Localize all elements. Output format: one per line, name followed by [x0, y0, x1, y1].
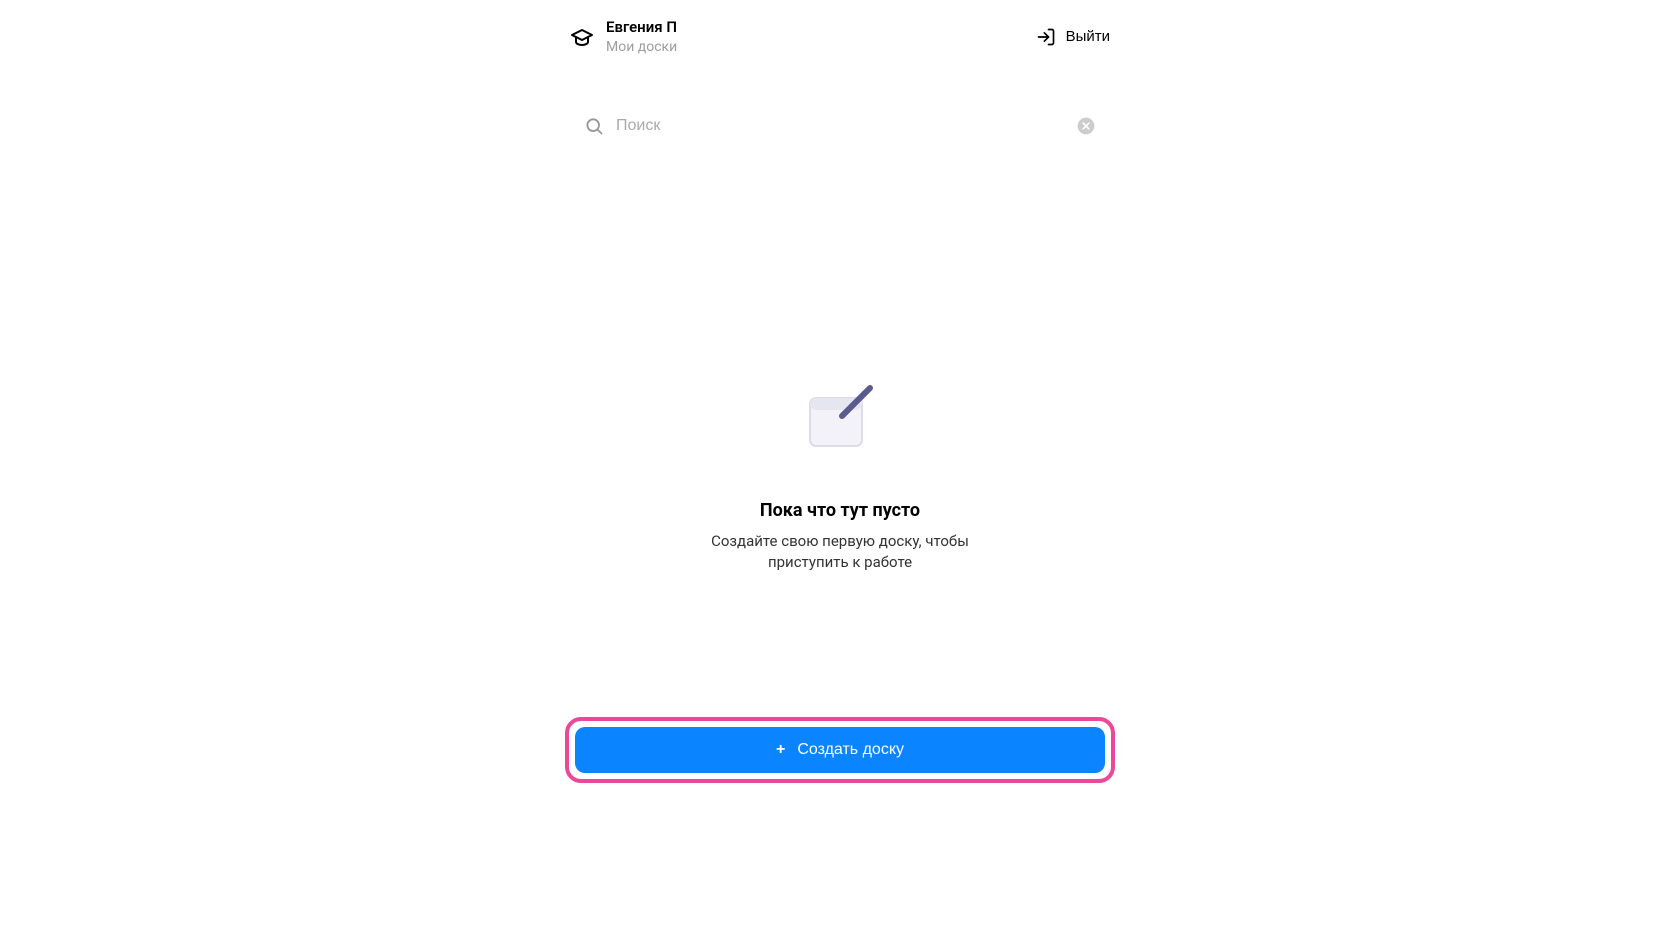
empty-state: Пока что тут пусто Создайте свою первую …: [570, 378, 1110, 575]
create-button-label: Создать доску: [797, 741, 904, 759]
empty-board-illustration: [800, 378, 880, 458]
search-icon: [584, 116, 604, 136]
empty-state-title: Пока что тут пусто: [760, 500, 920, 521]
empty-state-subtitle: Создайте свою первую доску, чтобы присту…: [710, 531, 970, 575]
search-input[interactable]: [616, 117, 1064, 135]
user-subtitle: Мои доски: [606, 38, 677, 56]
clear-search-icon[interactable]: [1076, 116, 1096, 136]
logout-icon: [1036, 27, 1056, 47]
user-info: Евгения П Мои доски: [570, 18, 677, 56]
create-button-highlight: + Создать доску: [565, 717, 1115, 783]
logout-button[interactable]: Выйти: [1036, 27, 1110, 47]
plus-icon: +: [776, 742, 785, 758]
graduation-cap-icon: [570, 25, 594, 49]
header: Евгения П Мои доски Выйти: [570, 18, 1110, 56]
user-name: Евгения П: [606, 18, 677, 38]
search-bar: [570, 104, 1110, 148]
logout-label: Выйти: [1066, 28, 1110, 45]
create-board-button[interactable]: + Создать доску: [575, 727, 1105, 773]
